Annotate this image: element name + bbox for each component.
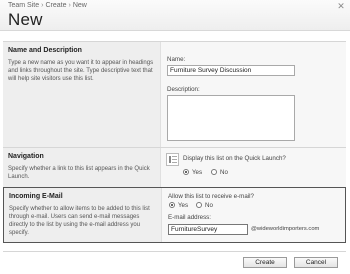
section-fields: Allow this list to receive e-mail? Yes N… xyxy=(161,188,345,242)
email-address-label: E-mail address: xyxy=(168,214,211,221)
name-input[interactable]: Furniture Survey Discussion xyxy=(167,65,295,76)
quick-launch-icon xyxy=(166,153,179,166)
name-description-section: Name and Description Type a new name as … xyxy=(3,41,346,147)
email-no-radio[interactable] xyxy=(196,202,202,208)
section-fields: Name: Furniture Survey Discussion Descri… xyxy=(160,42,346,147)
footer-divider xyxy=(3,251,346,252)
section-fields: Display this list on the Quick Launch? Y… xyxy=(160,148,346,187)
section-info: Name and Description Type a new name as … xyxy=(3,42,160,147)
email-no-label: No xyxy=(205,202,213,209)
email-yes-radio[interactable] xyxy=(169,202,175,208)
quick-launch-question: Display this list on the Quick Launch? xyxy=(183,155,286,162)
page-header: Team Site › Create › New New ✕ xyxy=(0,0,350,31)
name-label: Name: xyxy=(167,56,186,63)
cancel-button[interactable]: Cancel xyxy=(294,257,338,268)
description-textarea[interactable] xyxy=(167,95,295,141)
section-description: Specify whether a link to this list appe… xyxy=(8,166,150,180)
navigation-section: Navigation Specify whether a link to thi… xyxy=(3,147,346,187)
breadcrumb-create[interactable]: Create xyxy=(45,2,66,9)
breadcrumb-current: New xyxy=(72,2,87,9)
section-description: Type a new name as you want it to appear… xyxy=(8,60,154,82)
close-icon[interactable]: ✕ xyxy=(336,1,346,11)
breadcrumb: Team Site › Create › New xyxy=(8,2,87,9)
email-question: Allow this list to receive e-mail? xyxy=(168,193,254,200)
section-info: Navigation Specify whether a link to thi… xyxy=(3,148,160,187)
quick-launch-no-label: No xyxy=(220,169,228,176)
incoming-email-section: Incoming E-Mail Specify whether to allow… xyxy=(3,187,346,243)
quick-launch-no-radio[interactable] xyxy=(211,169,217,175)
page-title: New xyxy=(8,10,43,29)
section-info: Incoming E-Mail Specify whether to allow… xyxy=(4,188,161,242)
quick-launch-yes-radio[interactable] xyxy=(183,169,189,175)
section-title: Incoming E-Mail xyxy=(9,193,63,200)
section-title: Name and Description xyxy=(8,47,82,54)
quick-launch-yes-label: Yes xyxy=(192,169,203,176)
breadcrumb-site[interactable]: Team Site xyxy=(8,2,39,9)
breadcrumb-separator: › xyxy=(41,2,44,9)
email-yes-label: Yes xyxy=(178,202,189,209)
section-description: Specify whether to allow items to be add… xyxy=(9,206,150,236)
breadcrumb-separator: › xyxy=(68,2,71,9)
email-address-input[interactable]: FurnitureSurvey xyxy=(168,224,248,235)
create-button[interactable]: Create xyxy=(243,257,287,268)
email-domain: @wideworldimporters.com xyxy=(251,226,320,232)
description-label: Description: xyxy=(167,86,200,93)
section-title: Navigation xyxy=(8,153,44,160)
